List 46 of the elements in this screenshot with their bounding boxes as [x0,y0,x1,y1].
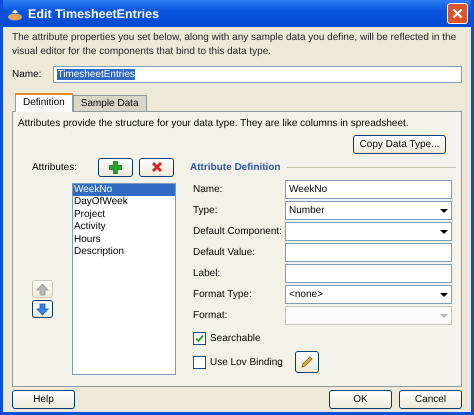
up-arrow-icon [36,282,48,296]
help-button[interactable]: Help [12,390,75,409]
dropdown[interactable]: Number [285,201,452,220]
plus-icon [109,160,122,174]
checkbox-label: Use Lov Binding [210,356,283,368]
field-label: Name: [193,184,224,195]
field-label: Default Value: [193,247,256,258]
close-button[interactable] [447,3,468,24]
field-label: Type: [193,205,218,216]
list-item[interactable]: Project [73,208,175,222]
down-arrow-icon [36,302,48,316]
panel-intro-text: Attributes provide the structure for your data type. They are like columns in spreadsheet. [18,118,410,129]
input-field[interactable] [285,243,452,262]
list-item[interactable]: Hours [73,234,175,246]
edit-button[interactable] [294,351,319,373]
window-title: Edit TimesheetEntries [28,6,160,20]
dropdown[interactable]: <none> [285,285,452,304]
add-button[interactable] [98,158,133,176]
dialog-button[interactable]: OK [329,390,392,409]
intro-text: The attribute properties you set below, along with any sample data you define, will be reflected in the visual editor for the components that bind to this data type. [12,31,458,59]
checkbox-label: Searchable [210,332,261,344]
input-field[interactable]: WeekNo [285,180,452,199]
close-icon [452,8,463,19]
list-item[interactable]: Description [73,246,175,258]
name-label: Name: [12,69,42,80]
field-label: Format: [193,310,228,321]
field-label: Default Component: [193,226,283,237]
checkbox[interactable] [193,356,206,368]
copy-data-type-button[interactable]: Copy Data Type... [353,135,446,154]
field-label: Format Type: [193,289,253,300]
input-field[interactable] [285,264,452,283]
tab[interactable]: Definition [15,93,73,112]
name-field[interactable]: TimesheetEntries [53,66,462,83]
move-down-button[interactable] [32,300,52,318]
section-title: Attribute Definition [190,162,281,172]
delete-button[interactable] [139,158,174,176]
list-item[interactable]: WeekNo [73,184,175,196]
checkbox[interactable] [193,332,206,344]
delete-icon [150,161,162,173]
list-item[interactable]: Activity [73,221,175,234]
attributes-label: Attributes: [31,162,78,172]
list-item[interactable]: DayOfWeek [73,196,175,209]
pencil-icon [300,355,314,369]
field-label: Label: [193,268,222,279]
dialog-button[interactable]: Cancel [399,390,462,409]
tab[interactable]: Sample Data [72,95,147,111]
